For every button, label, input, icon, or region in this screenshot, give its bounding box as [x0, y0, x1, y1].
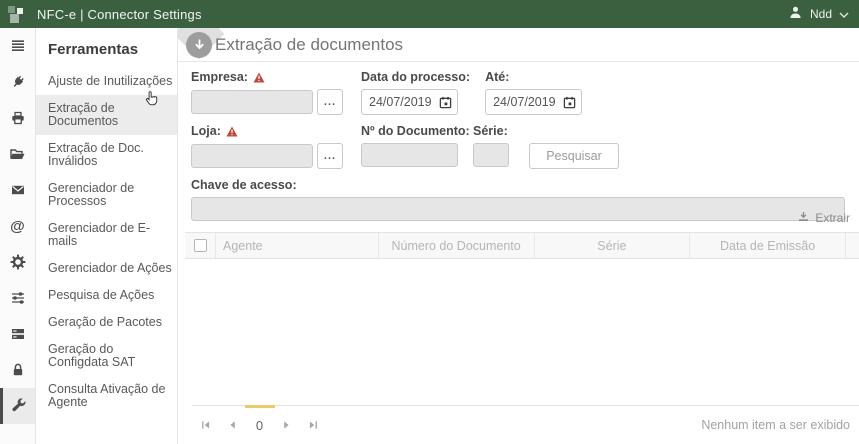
sidebar-title: Ferramentas [36, 28, 177, 68]
sidebar: Ferramentas Ajuste de Inutilizações Extr… [36, 28, 178, 444]
lock-icon[interactable] [0, 352, 35, 388]
download-icon [797, 210, 810, 226]
sidebar-item-pesquisa-acoes[interactable]: Pesquisa de Ações [36, 282, 177, 309]
printer-icon[interactable] [0, 100, 35, 136]
calendar-icon[interactable] [563, 96, 576, 109]
search-form: Empresa: ... Data do processo: [178, 62, 859, 204]
loja-input[interactable] [191, 144, 313, 168]
app-logo-icon [8, 5, 27, 24]
extrair-button[interactable]: Extrair [797, 210, 850, 226]
topbar: NFC-e | Connector Settings Ndd [0, 0, 859, 28]
num-documento-group: Nº do Documento: [361, 124, 458, 167]
next-page-button[interactable] [273, 406, 300, 444]
sliders-icon[interactable] [0, 280, 35, 316]
download-document-icon [186, 32, 212, 58]
empresa-browse-button[interactable]: ... [317, 89, 343, 115]
column-header-data-emissao[interactable]: Data de Emissão [689, 233, 845, 258]
at-sign-icon[interactable]: @ [0, 208, 35, 244]
ate-label: Até: [485, 70, 582, 84]
data-processo-group: Data do processo: [361, 70, 470, 115]
plug-icon[interactable] [0, 64, 35, 100]
pager-status-text: Nenhum item a ser exibido [701, 418, 859, 432]
calendar-icon[interactable] [439, 96, 452, 109]
page-title: Extração de documentos [215, 35, 403, 55]
serie-input[interactable] [473, 143, 509, 167]
sidebar-item-geracao-pacotes[interactable]: Geração de Pacotes [36, 309, 177, 336]
user-menu[interactable]: Ndd [788, 5, 849, 23]
app-title: NFC-e | Connector Settings [37, 7, 202, 22]
sidebar-item-gerenciador-acoes[interactable]: Gerenciador de Ações [36, 255, 177, 282]
serie-label: Série: [473, 124, 509, 138]
sidebar-item-extracao-doc-invalidos[interactable]: Extração de Doc. Inválidos [36, 135, 177, 175]
wrench-icon[interactable] [0, 388, 35, 424]
ate-datebox [485, 89, 582, 115]
sidebar-item-gerenciador-emails[interactable]: Gerenciador de E-mails [36, 215, 177, 255]
grid-toolbar: Extrair [178, 204, 859, 232]
sidebar-item-ajuste-inutilizacoes[interactable]: Ajuste de Inutilizações [36, 68, 177, 95]
sidebar-item-geracao-configdata-sat[interactable]: Geração do Configdata SAT [36, 336, 177, 376]
loja-browse-button[interactable]: ... [317, 143, 343, 169]
data-processo-label: Data do processo: [361, 70, 470, 84]
sidebar-item-gerenciador-processos[interactable]: Gerenciador de Processos [36, 175, 177, 215]
num-documento-input[interactable] [361, 143, 458, 167]
grid-pager: 0 Nenhum item a ser exibido [192, 405, 859, 444]
current-page-button[interactable]: 0 [246, 406, 273, 444]
chave-acesso-label: Chave de acesso: [191, 178, 845, 192]
user-name: Ndd [810, 7, 832, 21]
select-all-cell [185, 233, 215, 258]
main-content: Extração de documentos Empresa: ... [178, 28, 859, 444]
pesquisar-button[interactable]: Pesquisar [529, 143, 619, 169]
server-icon[interactable] [0, 316, 35, 352]
serie-group: Série: [473, 124, 509, 167]
menu-icon[interactable] [0, 28, 35, 64]
column-header-spacer [845, 233, 859, 258]
prev-page-button[interactable] [219, 406, 246, 444]
num-documento-label: Nº do Documento: [361, 124, 458, 138]
loja-group: Loja: ... [191, 124, 343, 169]
first-page-button[interactable] [192, 406, 219, 444]
select-all-checkbox[interactable] [194, 239, 207, 252]
column-header-agente[interactable]: Agente [215, 233, 378, 258]
sidebar-item-consulta-ativacao-agente[interactable]: Consulta Ativação de Agente [36, 376, 177, 416]
empresa-label: Empresa: [191, 70, 343, 84]
empresa-input[interactable] [191, 90, 313, 114]
folder-open-icon[interactable] [0, 136, 35, 172]
data-processo-datebox [361, 89, 458, 115]
last-page-button[interactable] [300, 406, 327, 444]
column-header-serie[interactable]: Série [534, 233, 690, 258]
data-processo-input[interactable] [369, 95, 435, 109]
user-icon [788, 5, 803, 23]
loja-label: Loja: [191, 124, 343, 138]
warning-icon [253, 72, 265, 83]
ate-input[interactable] [493, 95, 559, 109]
column-header-numero-documento[interactable]: Número do Documento [378, 233, 534, 258]
grid-body-empty [185, 259, 859, 405]
sidebar-item-extracao-documentos[interactable]: Extração de Documentos [36, 95, 177, 135]
chevron-down-icon [839, 7, 849, 22]
pesquisar-group: Pesquisar [529, 124, 619, 169]
mail-icon[interactable] [0, 172, 35, 208]
documents-grid: Agente Número do Documento Série Data de… [185, 232, 859, 444]
icon-rail: @ [0, 28, 36, 444]
ate-group: Até: [485, 70, 582, 115]
page-header: Extração de documentos [178, 28, 859, 62]
empresa-group: Empresa: ... [191, 70, 343, 115]
warning-icon [226, 126, 238, 137]
grid-header-row: Agente Número do Documento Série Data de… [185, 233, 859, 259]
gear-icon[interactable] [0, 244, 35, 280]
